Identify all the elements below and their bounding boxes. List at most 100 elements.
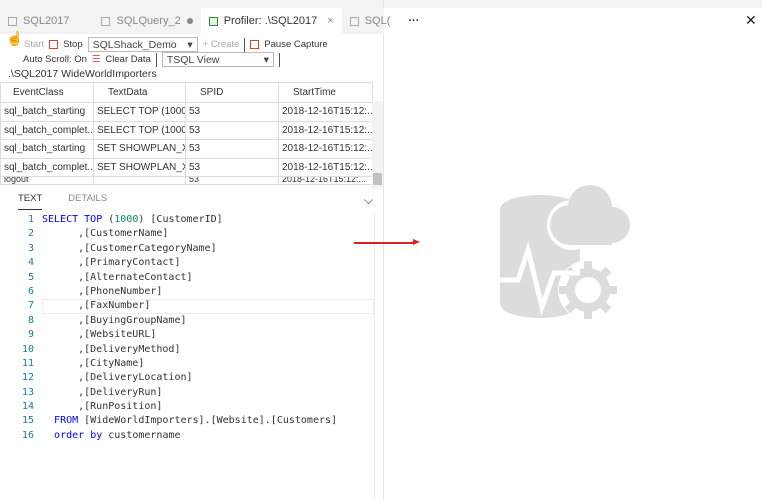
table-row[interactable]: sql_batch_complet... SELECT TOP (1000... 5… — [0, 120, 373, 141]
code-text: ,[FaxNumber] — [42, 300, 151, 312]
code-text: order by customername — [54, 429, 181, 441]
code-line[interactable]: 5 ,[AlternateContact] — [0, 271, 374, 285]
line-number: 4 — [27, 257, 34, 269]
line-number: 1 — [27, 214, 34, 225]
column-header[interactable]: StartTime — [278, 82, 373, 103]
tab-sql-other[interactable]: SQL( — [342, 8, 399, 34]
code-line[interactable]: 6 ,[PhoneNumber] — [0, 285, 374, 299]
table-row[interactable]: logout 53 2018-12-16T15:12:... — [0, 176, 373, 186]
column-header[interactable]: TextData — [93, 82, 186, 103]
code-text: ,[DeliveryMethod] — [42, 343, 181, 355]
more-tabs-icon[interactable]: ··· — [398, 8, 429, 34]
code-text: SELECT TOP (1000) [CustomerID] — [42, 214, 223, 225]
hand-cursor-icon: ☝ — [6, 30, 24, 46]
tab-text[interactable]: TEXT — [18, 193, 43, 210]
code-line[interactable]: 16 order by customername — [0, 429, 374, 443]
scrollbar-thumb[interactable] — [373, 173, 382, 185]
close-icon[interactable]: ✕ — [745, 12, 757, 29]
cell: SET SHOWPLAN_X... — [93, 139, 186, 159]
tab-profiler[interactable]: Profiler: .\SQL2017 × — [200, 8, 342, 34]
line-number: 12 — [21, 372, 34, 384]
session-select[interactable]: SQLShack_Demo ▾ — [87, 37, 198, 52]
tab-sqlquery2[interactable]: SQLQuery_2 — [93, 8, 200, 34]
cell: 53 — [185, 157, 279, 178]
cell: 2018-12-16T15:12:... — [278, 120, 373, 141]
code-line[interactable]: 11 ,[CityName] — [0, 357, 374, 371]
code-line[interactable]: 3 ,[CustomerCategoryName] — [0, 242, 374, 256]
cell: sql_batch_starting — [0, 102, 94, 122]
profiler-pane: SQL2017 SQLQuery_2 Profiler: .\SQL2017 × … — [0, 0, 419, 500]
editor-scrollbar[interactable] — [374, 213, 383, 500]
cell: SELECT TOP (1000... — [93, 120, 186, 141]
server-path: .\SQL2017 WideWorldImporters — [8, 68, 157, 80]
table-row[interactable]: sql_batch_complet...SET SHOWPLAN_X...532… — [0, 157, 373, 178]
code-editor[interactable]: 1 SELECT TOP (1000) [CustomerID] 2 ,[Custo… — [0, 213, 374, 443]
pause-icon — [250, 40, 260, 49]
code-text: ,[AlternateContact] — [42, 271, 193, 283]
details-tabs: TEXT DETAILS — [18, 193, 107, 210]
code-text: ,[DeliveryLocation] — [42, 372, 193, 384]
cell: SELECT TOP (1000... — [93, 102, 186, 122]
code-line[interactable]: 14 ,[RunPosition] — [0, 400, 374, 414]
toolbar-row-2: Auto Scroll: On ☰ Clear Data TSQL View ▾ — [23, 52, 280, 67]
divider — [155, 52, 157, 67]
code-text: ,[DeliveryRun] — [42, 386, 163, 398]
code-line[interactable]: 10 ,[DeliveryMethod] — [0, 343, 374, 357]
code-line[interactable]: 12 ,[DeliveryLocation] — [0, 371, 374, 385]
code-line[interactable]: 15 FROM [WideWorldImporters].[Website].[… — [0, 414, 374, 428]
line-number: 3 — [27, 242, 34, 254]
unsaved-dot-icon — [186, 18, 193, 24]
auto-scroll-button[interactable]: Auto Scroll: On — [23, 54, 87, 65]
grid-icon — [208, 16, 218, 26]
code-text: ,[RunPosition] — [42, 401, 163, 413]
table-row[interactable]: sql_batch_startingSET SHOWPLAN_X...53201… — [0, 139, 373, 159]
cell: 53 — [185, 120, 279, 141]
code-line[interactable]: 13 ,[DeliveryRun] — [0, 386, 374, 400]
cell: 53 — [185, 102, 279, 122]
code-line[interactable]: 9 ,[WebsiteURL] — [0, 328, 374, 342]
cell: 2018-12-16T15:12:... — [278, 102, 373, 122]
column-header[interactable]: SPID — [185, 82, 279, 103]
chevron-down-icon: ▾ — [263, 53, 269, 66]
tab-details[interactable]: DETAILS — [68, 193, 107, 210]
clear-data-button[interactable]: Clear Data — [105, 54, 150, 65]
pause-capture-button[interactable]: Pause Capture — [264, 39, 327, 50]
code-line[interactable]: 7 ,[FaxNumber] — [0, 299, 374, 314]
code-line[interactable]: 1 SELECT TOP (1000) [CustomerID] — [0, 213, 374, 227]
table-row[interactable]: sql_batch_starting SELECT TOP (1000... 53 2… — [0, 102, 373, 122]
close-tab-icon[interactable]: × — [327, 15, 333, 27]
code-line[interactable]: 2 ,[CustomerName] — [0, 227, 374, 241]
start-button[interactable]: Start — [24, 39, 44, 50]
line-number: 10 — [21, 343, 34, 355]
red-arrow-annotation — [354, 239, 420, 245]
line-number: 11 — [21, 357, 34, 369]
cell: sql_batch_complet... — [0, 157, 94, 178]
line-number: 6 — [27, 285, 34, 297]
view-select[interactable]: TSQL View ▾ — [161, 52, 274, 67]
code-text: ,[PhoneNumber] — [42, 285, 163, 297]
column-header[interactable]: EventClass — [0, 82, 94, 103]
line-number: 13 — [21, 386, 34, 398]
toolbar-row-1: Start Stop SQLShack_Demo ▾ + Create Pause… — [24, 37, 328, 52]
code-text: ,[CustomerCategoryName] — [42, 242, 217, 254]
line-number: 5 — [27, 271, 34, 283]
line-number: 2 — [27, 228, 34, 240]
grid-scrollbar[interactable] — [372, 101, 383, 189]
create-button[interactable]: + Create — [203, 39, 240, 50]
cell — [93, 176, 186, 186]
collapse-chevron-icon[interactable]: ⌵ — [364, 193, 373, 208]
line-number: 8 — [27, 314, 34, 326]
line-number: 9 — [27, 329, 34, 341]
code-text: ,[WebsiteURL] — [42, 329, 157, 341]
code-line[interactable]: 8 ,[BuyingGroupName] — [0, 314, 374, 328]
divider — [278, 52, 280, 67]
database-monitor-icon — [500, 185, 630, 320]
cell: sql_batch_complet... — [0, 120, 94, 141]
stop-icon — [49, 40, 59, 49]
cell: sql_batch_starting — [0, 139, 94, 159]
code-text: ,[CityName] — [42, 357, 145, 369]
code-line[interactable]: 4 ,[PrimaryContact] — [0, 256, 374, 270]
database-icon — [349, 16, 359, 26]
clear-data-icon: ☰ — [91, 54, 101, 65]
stop-button[interactable]: Stop — [63, 39, 83, 50]
